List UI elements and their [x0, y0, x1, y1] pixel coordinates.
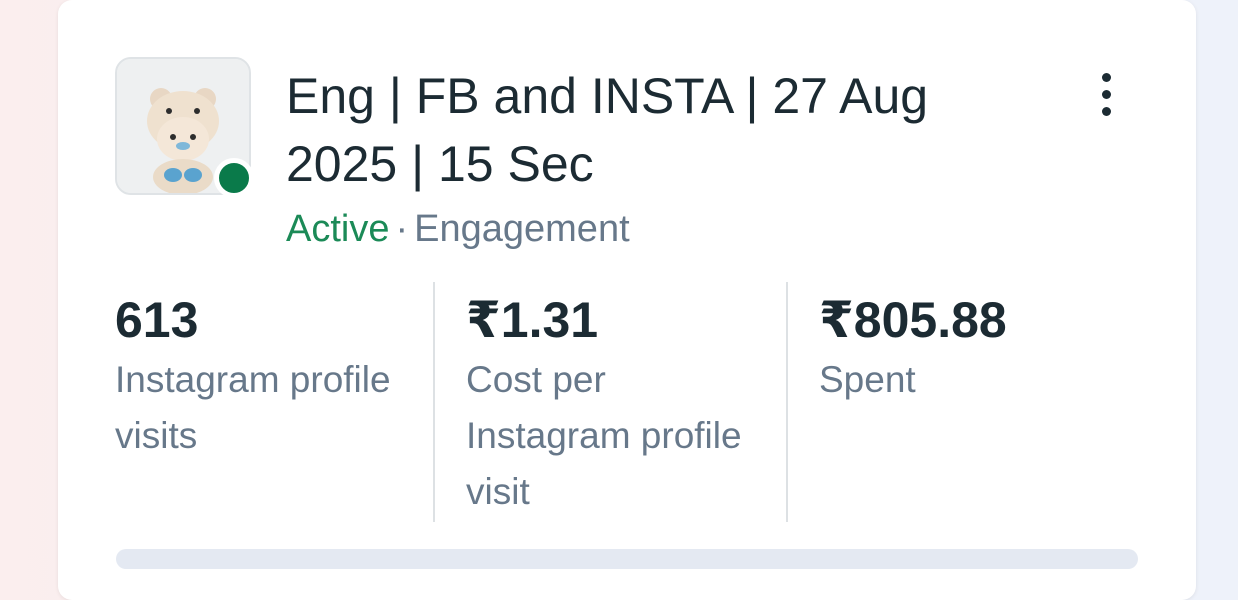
campaign-title[interactable]: Eng | FB and INSTA | 27 Aug 2025 | 15 Se… — [286, 62, 986, 198]
more-dot — [1101, 89, 1111, 99]
more-dot — [1101, 106, 1111, 116]
active-status-dot — [214, 158, 254, 198]
metric-cost-per-visit: ₹1.31 Cost per Instagram profile visit — [466, 290, 766, 520]
campaign-status: Active — [286, 208, 390, 250]
metric-value: ₹1.31 — [466, 292, 599, 348]
metric-spent: ₹805.88 Spent — [819, 290, 1139, 408]
campaign-objective: Engagement — [414, 208, 630, 250]
next-section-strip — [116, 549, 1138, 569]
metric-label: Cost per Instagram profile visit — [466, 359, 742, 512]
metric-profile-visits: 613 Instagram profile visits — [115, 290, 415, 464]
more-dot — [1101, 72, 1111, 82]
metric-value: 613 — [115, 292, 199, 348]
more-options-icon[interactable] — [1086, 62, 1126, 126]
metric-divider — [433, 282, 435, 522]
metric-value: ₹805.88 — [819, 292, 1007, 348]
separator-dot: · — [395, 208, 409, 250]
metric-label: Instagram profile visits — [115, 359, 391, 456]
metric-divider — [786, 282, 788, 522]
campaign-subline: Active · Engagement — [286, 206, 630, 252]
metric-label: Spent — [819, 359, 916, 400]
